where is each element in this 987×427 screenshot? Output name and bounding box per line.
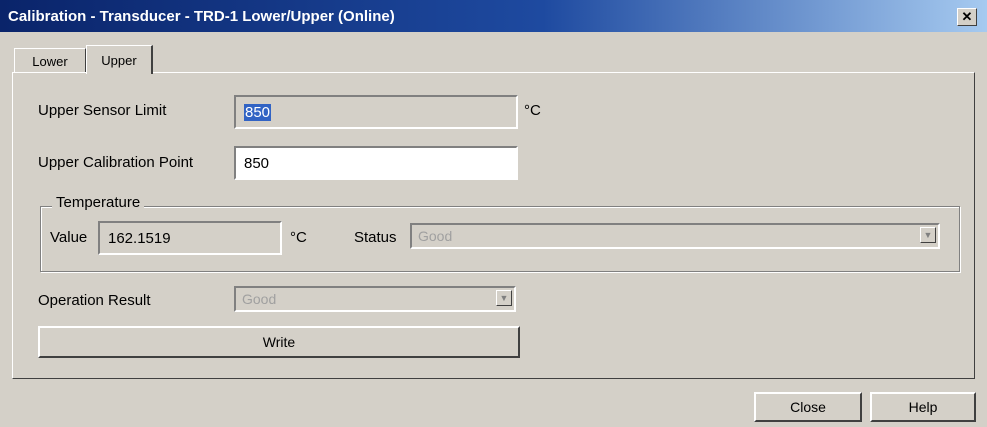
temperature-unit: °C bbox=[290, 229, 307, 246]
upper-calibration-point-value: 850 bbox=[244, 154, 270, 172]
temperature-value-label: Value bbox=[50, 229, 88, 246]
upper-calibration-point-input[interactable]: 850 bbox=[234, 146, 518, 180]
status-value: Good bbox=[418, 228, 453, 244]
help-button-label: Help bbox=[908, 399, 938, 415]
upper-sensor-limit-unit: °C bbox=[524, 102, 541, 119]
window-title: Calibration - Transducer - TRD-1 Lower/U… bbox=[8, 7, 395, 25]
temperature-group-title: Temperature bbox=[52, 194, 145, 211]
chevron-down-icon: ▼ bbox=[920, 227, 936, 243]
status-dropdown: Good ▼ bbox=[410, 223, 940, 249]
temperature-value: 162.1519 bbox=[108, 229, 171, 247]
tab-lower-label: Lower bbox=[32, 53, 68, 69]
write-button-label: Write bbox=[262, 334, 296, 350]
write-button[interactable]: Write bbox=[38, 326, 520, 358]
temperature-value-field: 162.1519 bbox=[98, 221, 282, 255]
upper-sensor-limit-label: Upper Sensor Limit bbox=[38, 102, 167, 119]
tab-upper[interactable]: Upper bbox=[86, 45, 153, 74]
help-button[interactable]: Help bbox=[870, 392, 976, 422]
operation-result-label: Operation Result bbox=[38, 292, 151, 309]
operation-result-dropdown: Good ▼ bbox=[234, 286, 516, 312]
tab-lower[interactable]: Lower bbox=[14, 48, 86, 73]
tab-upper-label: Upper bbox=[101, 52, 137, 68]
operation-result-value: Good bbox=[242, 291, 277, 307]
chevron-down-icon: ▼ bbox=[496, 290, 512, 306]
upper-sensor-limit-value: 850 bbox=[244, 103, 272, 121]
upper-sensor-limit-field[interactable]: 850 bbox=[234, 95, 518, 129]
close-icon[interactable]: ✕ bbox=[957, 8, 977, 26]
status-label: Status bbox=[354, 229, 397, 246]
upper-calibration-point-label: Upper Calibration Point bbox=[38, 154, 194, 171]
title-bar: Calibration - Transducer - TRD-1 Lower/U… bbox=[0, 0, 987, 32]
close-button-label: Close bbox=[790, 399, 826, 415]
close-button[interactable]: Close bbox=[754, 392, 862, 422]
